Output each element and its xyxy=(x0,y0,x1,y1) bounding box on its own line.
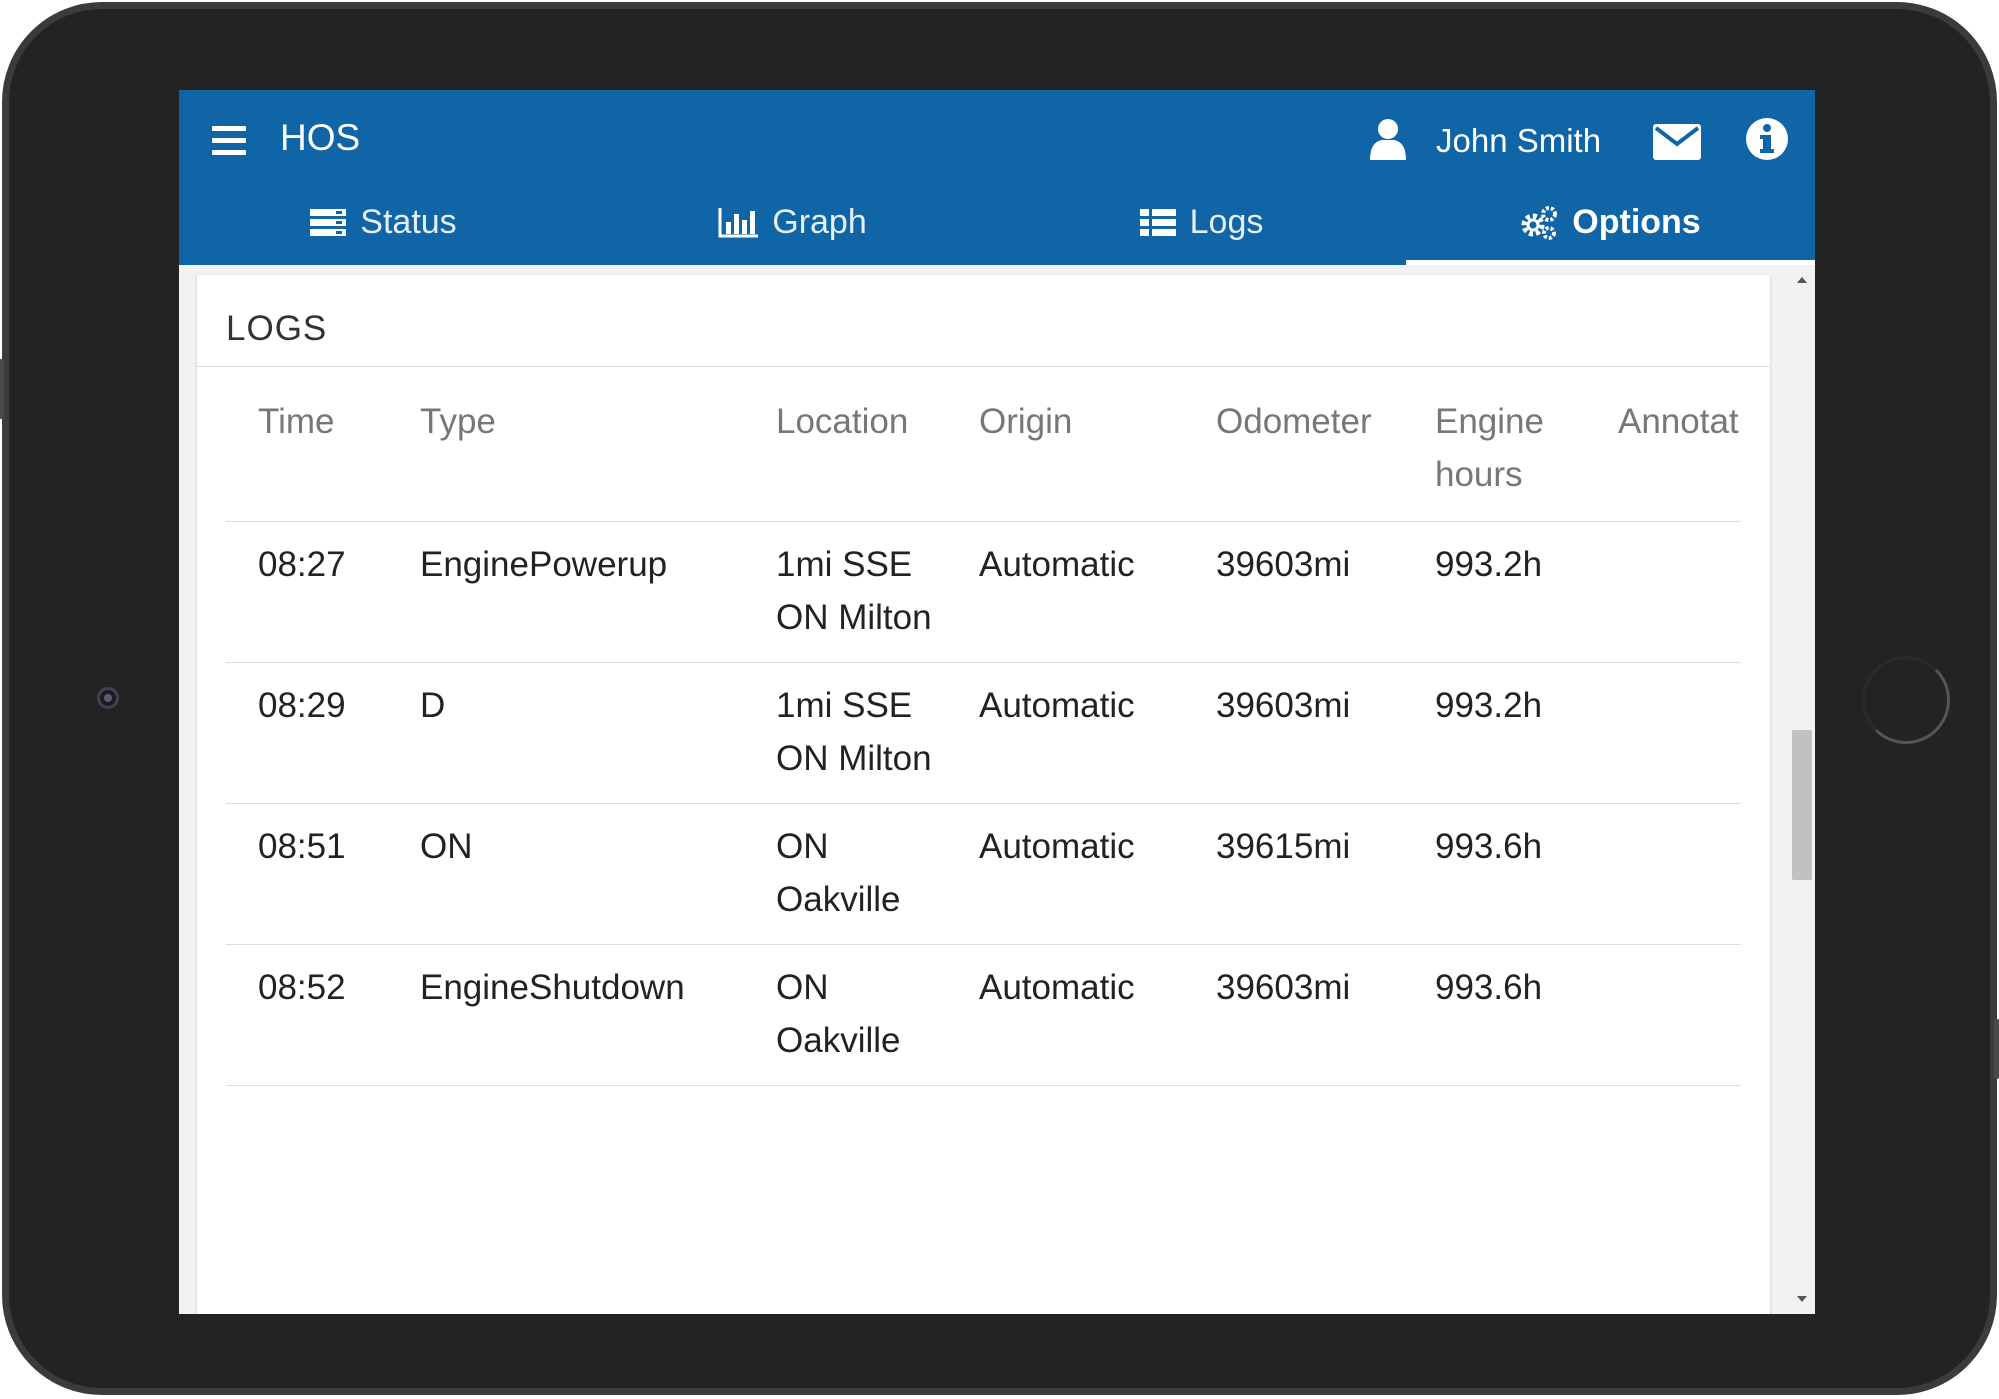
cell-annotation xyxy=(1586,945,1741,1086)
table-row[interactable]: 08:51 ON ON Oakville Automatic 39615mi 9… xyxy=(226,804,1741,945)
scroll-up-arrow-icon[interactable] xyxy=(1797,277,1807,283)
table-header-row: Time Type Location Origin Odometer Engin… xyxy=(226,367,1741,522)
user-name[interactable]: John Smith xyxy=(1436,122,1601,160)
tab-logs[interactable]: Logs xyxy=(997,190,1406,265)
cell-location: 1mi SSE ON Milton xyxy=(776,545,932,637)
cell-odometer: 39603mi xyxy=(1216,686,1351,725)
tab-logs-label: Logs xyxy=(1189,203,1264,241)
app-bar: HOS John Smith Status Graph Logs Options xyxy=(179,90,1815,265)
scrollbar-thumb[interactable] xyxy=(1792,730,1812,880)
cogs-icon xyxy=(1521,205,1558,240)
table-row[interactable]: 08:27 EnginePowerup 1mi SSE ON Milton Au… xyxy=(226,522,1741,663)
logs-title: LOGS xyxy=(226,309,328,348)
cell-origin: Automatic xyxy=(979,827,1135,866)
tab-graph[interactable]: Graph xyxy=(588,190,997,265)
home-button[interactable] xyxy=(1862,656,1950,744)
cell-odometer: 39603mi xyxy=(1216,968,1351,1007)
cell-engine-hours: 993.6h xyxy=(1435,968,1543,1007)
app-title: HOS xyxy=(280,117,361,158)
cell-time: 08:52 xyxy=(258,968,346,1007)
server-icon xyxy=(310,208,347,236)
scrollbar[interactable] xyxy=(1790,265,1815,1314)
cell-location: 1mi SSE ON Milton xyxy=(776,686,932,778)
cell-location: ON Oakville xyxy=(776,968,901,1060)
cell-time: 08:51 xyxy=(258,827,346,866)
info-icon[interactable] xyxy=(1746,118,1788,160)
column-header-time[interactable]: Time xyxy=(226,367,388,522)
cell-type: ON xyxy=(420,827,473,866)
column-header-engine-hours[interactable]: Engine hours xyxy=(1403,367,1586,522)
cell-origin: Automatic xyxy=(979,545,1135,584)
column-header-odometer[interactable]: Odometer xyxy=(1184,367,1403,522)
tab-options[interactable]: Options xyxy=(1406,190,1815,265)
column-header-annotations[interactable]: Annotations xyxy=(1586,367,1741,522)
table-row[interactable]: 08:29 D 1mi SSE ON Milton Automatic 3960… xyxy=(226,663,1741,804)
cell-engine-hours: 993.2h xyxy=(1435,545,1543,584)
column-header-type[interactable]: Type xyxy=(388,367,744,522)
list-icon xyxy=(1139,208,1176,236)
column-header-origin[interactable]: Origin xyxy=(947,367,1184,522)
cell-type: D xyxy=(420,686,446,725)
cell-time: 08:27 xyxy=(258,545,346,584)
cell-odometer: 39615mi xyxy=(1216,827,1351,866)
tab-status-label: Status xyxy=(360,203,457,241)
power-button xyxy=(1994,1019,1999,1079)
column-header-location[interactable]: Location xyxy=(744,367,947,522)
envelope-icon[interactable] xyxy=(1653,124,1701,160)
hamburger-menu-icon[interactable] xyxy=(212,126,246,156)
cell-type: EngineShutdown xyxy=(420,968,685,1007)
tab-bar: Status Graph Logs Options xyxy=(179,190,1815,265)
cell-annotation xyxy=(1586,522,1741,663)
cell-location: ON Oakville xyxy=(776,827,901,919)
cell-odometer: 39603mi xyxy=(1216,545,1351,584)
volume-button xyxy=(0,359,4,419)
cell-origin: Automatic xyxy=(979,686,1135,725)
table-row[interactable]: 08:52 EngineShutdown ON Oakville Automat… xyxy=(226,945,1741,1086)
logs-table: Time Type Location Origin Odometer Engin… xyxy=(226,367,1741,1086)
tab-status[interactable]: Status xyxy=(179,190,588,265)
cell-annotation xyxy=(1586,804,1741,945)
bar-chart-icon xyxy=(718,207,759,237)
screen: HOS John Smith Status Graph Logs Options… xyxy=(179,90,1815,1314)
content-area: LOGS Time Type Location Origin Odometer … xyxy=(179,265,1815,1314)
cell-annotation xyxy=(1586,663,1741,804)
cell-type: EnginePowerup xyxy=(420,545,668,584)
logs-card: LOGS Time Type Location Origin Odometer … xyxy=(197,275,1770,1314)
cell-engine-hours: 993.6h xyxy=(1435,827,1543,866)
scroll-down-arrow-icon[interactable] xyxy=(1797,1296,1807,1302)
camera xyxy=(97,687,119,709)
user-icon[interactable] xyxy=(1368,118,1408,160)
tab-options-label: Options xyxy=(1572,203,1701,241)
cell-origin: Automatic xyxy=(979,968,1135,1007)
cell-engine-hours: 993.2h xyxy=(1435,686,1543,725)
cell-time: 08:29 xyxy=(258,686,346,725)
logs-table-container[interactable]: Time Type Location Origin Odometer Engin… xyxy=(226,367,1741,1314)
tab-graph-label: Graph xyxy=(772,203,867,241)
